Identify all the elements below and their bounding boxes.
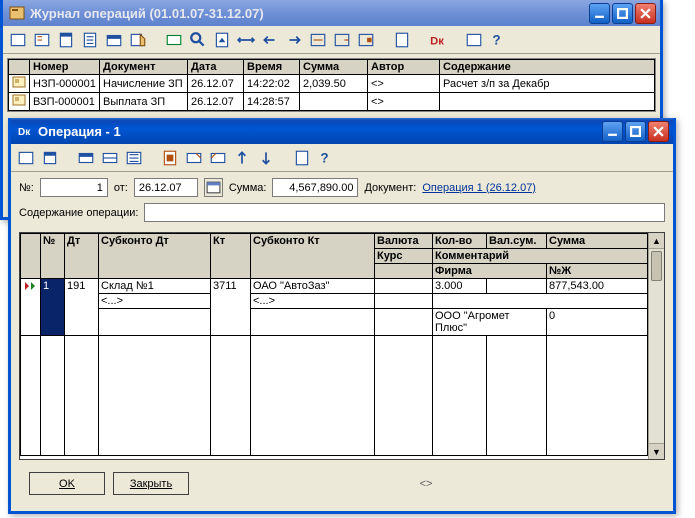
operation-maximize-button[interactable] bbox=[625, 121, 646, 142]
toolbar-icon[interactable] bbox=[125, 149, 143, 167]
journal-table[interactable]: Номер Документ Дата Время Сумма Автор Со… bbox=[8, 59, 655, 111]
grid-row[interactable]: <...> <...> bbox=[21, 294, 648, 309]
arrow-left-icon[interactable] bbox=[261, 31, 279, 49]
ok-button[interactable]: OK bbox=[29, 472, 105, 495]
grid-row[interactable]: ООО "Агромет Плюс" 0 bbox=[21, 309, 648, 336]
toolbar-icon[interactable] bbox=[465, 31, 483, 49]
table-row[interactable]: НЗП-000001 Начисление ЗП 26.12.07 14:22:… bbox=[9, 75, 655, 93]
toolbar-icon[interactable] bbox=[129, 31, 147, 49]
svg-text:?: ? bbox=[320, 150, 328, 165]
toolbar-dk-icon[interactable]: Dк bbox=[429, 31, 447, 49]
toolbar-icon[interactable] bbox=[333, 31, 351, 49]
toolbar-icon[interactable] bbox=[185, 149, 203, 167]
toolbar-icon[interactable] bbox=[101, 149, 119, 167]
toolbar-icon[interactable] bbox=[189, 31, 207, 49]
toolbar-icon[interactable] bbox=[213, 31, 231, 49]
table-row[interactable]: ВЗП-000001 Выплата ЗП 26.12.07 14:28:57 … bbox=[9, 93, 655, 111]
grid-row[interactable] bbox=[21, 336, 648, 456]
toolbar-icon[interactable] bbox=[33, 31, 51, 49]
grid-row[interactable]: 1 191 Склад №1 3711 ОАО "АвтоЗаз" 3.000 … bbox=[21, 279, 648, 294]
toolbar-icon[interactable] bbox=[357, 31, 375, 49]
svg-text:Dк: Dк bbox=[430, 35, 444, 47]
toolbar-icon[interactable] bbox=[77, 149, 95, 167]
operation-close-button[interactable] bbox=[648, 121, 669, 142]
toolbar-icon[interactable] bbox=[165, 31, 183, 49]
scroll-up-icon[interactable]: ▲ bbox=[649, 233, 664, 249]
toolbar-icon[interactable] bbox=[9, 31, 27, 49]
journal-toolbar: Dк ? bbox=[3, 26, 660, 54]
content-label: Содержание операции: bbox=[19, 207, 138, 219]
arrow-up-icon[interactable] bbox=[233, 149, 251, 167]
arrow-right-icon[interactable] bbox=[285, 31, 303, 49]
svg-text:?: ? bbox=[492, 32, 500, 47]
toolbar-icon[interactable] bbox=[57, 31, 75, 49]
scroll-thumb[interactable] bbox=[651, 251, 662, 281]
grid-header-row: № Дт Субконто Дт Кт Субконто Кт Валюта К… bbox=[21, 234, 648, 249]
grid-scrollbar[interactable]: ▲ ▼ bbox=[648, 233, 664, 459]
close-button[interactable]: Закрыть bbox=[113, 472, 189, 495]
row-marker-icon bbox=[21, 279, 41, 336]
arrows-h-icon[interactable] bbox=[237, 31, 255, 49]
toolbar-icon[interactable] bbox=[81, 31, 99, 49]
operation-minimize-button[interactable] bbox=[602, 121, 623, 142]
journal-minimize-button[interactable] bbox=[589, 3, 610, 24]
date-input[interactable]: 26.12.07 bbox=[134, 178, 198, 197]
toolbar-icon[interactable] bbox=[105, 31, 123, 49]
toolbar-icon[interactable] bbox=[17, 149, 35, 167]
journal-title: Журнал операций (01.01.07-31.12.07) bbox=[30, 6, 589, 21]
operation-titlebar[interactable]: Dк Операция - 1 bbox=[11, 118, 673, 144]
operation-toolbar: ? bbox=[11, 144, 673, 172]
num-input[interactable]: 1 bbox=[40, 178, 108, 197]
help-icon[interactable]: ? bbox=[489, 31, 507, 49]
sum-label: Сумма: bbox=[229, 182, 267, 194]
journal-close-button[interactable] bbox=[635, 3, 656, 24]
toolbar-icon[interactable] bbox=[393, 31, 411, 49]
scroll-down-icon[interactable]: ▼ bbox=[649, 443, 664, 459]
calendar-button[interactable] bbox=[204, 178, 223, 197]
row-icon bbox=[9, 93, 30, 111]
from-label: от: bbox=[114, 182, 128, 194]
num-label: №: bbox=[19, 182, 34, 194]
toolbar-icon[interactable] bbox=[293, 149, 311, 167]
journal-titlebar[interactable]: Журнал операций (01.01.07-31.12.07) bbox=[3, 0, 660, 26]
doc-label: Документ: bbox=[364, 182, 416, 194]
operation-title: Операция - 1 bbox=[38, 124, 602, 139]
journal-app-icon bbox=[9, 5, 25, 21]
arrow-down-icon[interactable] bbox=[257, 149, 275, 167]
document-link[interactable]: Операция 1 (26.12.07) bbox=[422, 182, 536, 194]
help-icon[interactable]: ? bbox=[317, 149, 335, 167]
journal-maximize-button[interactable] bbox=[612, 3, 633, 24]
operation-app-icon: Dк bbox=[17, 123, 33, 139]
operation-grid[interactable]: № Дт Субконто Дт Кт Субконто Кт Валюта К… bbox=[20, 233, 648, 456]
toolbar-icon[interactable] bbox=[41, 149, 59, 167]
status-glyph: <> bbox=[197, 478, 655, 490]
row-icon bbox=[9, 75, 30, 93]
svg-text:Dк: Dк bbox=[18, 127, 31, 138]
sum-input[interactable]: 4,567,890.00 bbox=[272, 178, 358, 197]
toolbar-icon[interactable] bbox=[209, 149, 227, 167]
content-input[interactable] bbox=[144, 203, 665, 222]
toolbar-icon[interactable] bbox=[309, 31, 327, 49]
table-header-row: Номер Документ Дата Время Сумма Автор Со… bbox=[9, 60, 655, 75]
toolbar-icon[interactable] bbox=[161, 149, 179, 167]
